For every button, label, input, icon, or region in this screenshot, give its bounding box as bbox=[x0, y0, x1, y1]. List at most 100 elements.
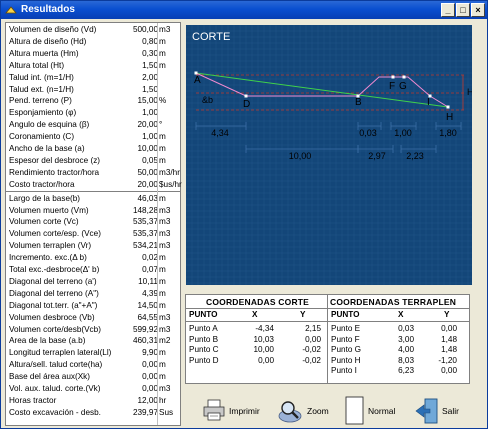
result-unit: m bbox=[159, 265, 166, 274]
print-button[interactable]: Imprimir bbox=[198, 394, 262, 426]
corte-point-x: 0,00 bbox=[258, 355, 274, 365]
result-unit: m bbox=[159, 372, 166, 382]
corte-point-name: Punto D bbox=[189, 355, 219, 365]
normal-button[interactable]: Normal bbox=[340, 394, 400, 426]
result-label: Costo tractor/hora bbox=[9, 179, 75, 189]
result-row: Diagonal del terreno (A") 4,39 m bbox=[6, 288, 180, 299]
corte-point-name: Punto A bbox=[189, 324, 218, 333]
result-label: Altura muerta (Hm) bbox=[9, 48, 79, 58]
terraplen-point-name: Punto H bbox=[331, 355, 361, 365]
result-value: 15,00 bbox=[137, 96, 159, 106]
result-unit: m bbox=[159, 48, 166, 58]
result-unit: m3 bbox=[159, 312, 171, 322]
result-row: Volumen de diseño (Vd) 500,00 m3 bbox=[6, 24, 180, 35]
magnifier-icon bbox=[278, 401, 302, 423]
result-value: 535,37 bbox=[132, 229, 158, 239]
result-label: Espesor del desbroce (z) bbox=[9, 155, 101, 165]
result-label: Coronamiento (C) bbox=[9, 132, 75, 142]
result-label: Angulo de esquina (β) bbox=[9, 120, 90, 130]
terraplen-col-x: X bbox=[398, 310, 404, 319]
terraplen-point-y: 0,00 bbox=[441, 366, 457, 375]
result-row: Espesor del desbroce (z) 0,05 m bbox=[6, 155, 180, 166]
result-row: Volumen terraplen (Vr) 534,21 m3 bbox=[6, 240, 180, 251]
terraplen-point-x: 6,23 bbox=[398, 366, 414, 375]
corte-point-y: 2,15 bbox=[305, 324, 321, 333]
result-label: Volumen corte (Vc) bbox=[9, 217, 79, 227]
terraplen-point-y: 0,00 bbox=[441, 324, 457, 333]
result-label: Talud int. (m=1/H) bbox=[9, 72, 74, 82]
result-unit: m3 bbox=[159, 229, 171, 239]
result-row: Talud ext. (n=1/H) 1,50 bbox=[6, 84, 180, 95]
result-row: Rendimiento tractor/hora 50,00 m3/hr bbox=[6, 167, 180, 178]
result-unit: m3 bbox=[159, 217, 171, 227]
result-row: Base del área aux(Xk) 0,00 m bbox=[6, 371, 180, 382]
result-label: Altura/sell. talud corte(ha) bbox=[9, 360, 103, 370]
corte-point-x: 10,03 bbox=[253, 334, 275, 344]
terraplen-point-x: 4,00 bbox=[398, 345, 414, 354]
terraplen-col-point: PUNTO bbox=[331, 310, 360, 319]
print-label: Imprimir bbox=[229, 406, 260, 416]
result-label: Vol. aux. talud. corte.(Vk) bbox=[9, 384, 101, 393]
result-row: Diagonal del terreno (a') 10,11 m bbox=[6, 276, 180, 287]
result-label: Costo excavación - desb. bbox=[9, 407, 101, 417]
result-value: 239,97 bbox=[132, 407, 158, 417]
result-value: 0,30 bbox=[142, 48, 158, 58]
point-label: H bbox=[446, 112, 453, 123]
result-value: 50,00 bbox=[137, 167, 159, 177]
result-value: 1,00 bbox=[142, 108, 158, 118]
result-unit: m bbox=[159, 144, 166, 153]
result-label: Area de la base (a.b) bbox=[9, 336, 86, 346]
result-row: Incremento. exc.(Δ b) 0,02 m bbox=[6, 252, 180, 263]
result-row: Vol. aux. talud. corte.(Vk) 0,00 m3 bbox=[6, 383, 180, 394]
cross-section-svg: CORTE A D B FG I H&b Ht 4,34 0,03 1,00 1,80 10,00 2,9… bbox=[186, 25, 472, 285]
result-unit: m bbox=[159, 253, 166, 263]
app-icon bbox=[5, 6, 17, 14]
corte-point-y: 0,00 bbox=[305, 334, 321, 344]
dimension-label: 10,00 bbox=[289, 151, 312, 161]
minimize-button[interactable]: _ bbox=[441, 3, 455, 17]
result-unit: m2 bbox=[159, 336, 171, 346]
corte-table-title: COORDENADAS CORTE bbox=[206, 297, 310, 307]
result-value: 535,37 bbox=[132, 217, 158, 227]
result-unit: m bbox=[159, 193, 166, 203]
result-label: Rendimiento tractor/hora bbox=[9, 167, 100, 177]
result-unit: m3 bbox=[159, 25, 171, 34]
zoom-button[interactable]: Zoom bbox=[272, 394, 332, 426]
point-label: D bbox=[243, 99, 250, 110]
results-separator bbox=[6, 191, 180, 193]
result-row: Ancho de la base (a) 10,00 m bbox=[6, 143, 180, 154]
point-label: A bbox=[194, 75, 201, 86]
result-row: Esponjamiento (φ) 1,00 bbox=[6, 107, 180, 118]
result-row: Volumen corte/esp. (Vce) 535,37 m3 bbox=[6, 228, 180, 239]
coordinates-table: COORDENADAS CORTE COORDENADAS TERRAPLEN … bbox=[185, 294, 470, 384]
result-label: Pend. terreno (P) bbox=[9, 96, 72, 106]
result-value: 0,00 bbox=[142, 372, 158, 382]
db-label: &b bbox=[202, 95, 213, 105]
page-icon bbox=[345, 396, 364, 425]
corte-point-x: -4,34 bbox=[255, 324, 274, 333]
title-bar[interactable]: Resultados _ □ × bbox=[1, 1, 487, 19]
profile-point bbox=[244, 94, 248, 98]
maximize-button[interactable]: □ bbox=[456, 3, 470, 17]
result-value: 1,00 bbox=[142, 132, 158, 142]
dimension-label: 1,00 bbox=[394, 128, 412, 138]
results-window: Resultados _ □ × Volumen de diseño (Vd) 5… bbox=[0, 0, 488, 429]
result-unit: m bbox=[159, 60, 166, 70]
result-row: Horas tractor 12,00 hr bbox=[6, 395, 180, 406]
result-unit: % bbox=[159, 96, 167, 106]
result-row: Pend. terreno (P) 15,00% bbox=[6, 95, 180, 106]
result-row: Volumen corte (Vc) 535,37 m3 bbox=[6, 216, 180, 227]
result-row: Altura total (Ht) 1,50 m bbox=[6, 60, 180, 71]
results-list[interactable]: Volumen de diseño (Vd) 500,00 m3 Altura de … bbox=[5, 22, 182, 426]
dimension-label: 0,03 bbox=[359, 128, 377, 138]
result-unit: m bbox=[159, 288, 166, 298]
result-value: 0,07 bbox=[142, 265, 158, 274]
close-button[interactable]: × bbox=[471, 3, 485, 17]
exit-button[interactable]: Salir bbox=[410, 394, 466, 426]
terraplen-point-x: 0,03 bbox=[398, 324, 414, 333]
result-value: 20,00 bbox=[137, 179, 159, 189]
profile-point bbox=[446, 105, 450, 109]
result-label: Diagonal del terreno (a') bbox=[9, 276, 97, 286]
exit-door-icon bbox=[415, 398, 438, 424]
result-value: 0,80 bbox=[142, 36, 158, 46]
